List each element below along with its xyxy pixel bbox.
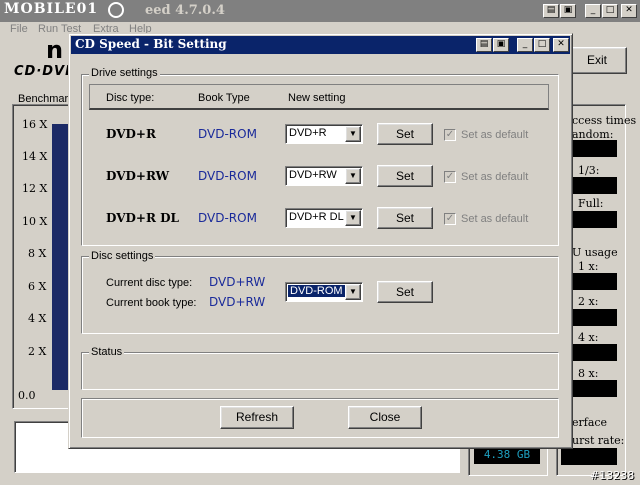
disc-type-dvd-r: DVD+R — [106, 127, 156, 141]
disc-type-dvd-rw: DVD+RW — [106, 169, 170, 183]
set-default-label: Set as default — [461, 213, 529, 225]
header-new-setting: New setting — [288, 92, 346, 104]
dropdown-arrow-icon[interactable]: ▼ — [345, 168, 361, 184]
header-disc-type: Disc type: — [106, 92, 155, 104]
main-window-title: MOBILE01 — [4, 1, 99, 17]
disc-type-dvd-r-dl: DVD+R DL — [106, 211, 179, 225]
status-label: Status — [89, 346, 125, 358]
dialog-minimize-button[interactable]: _ — [517, 38, 533, 52]
current-disc-type-value: DVD+RW — [209, 275, 266, 289]
dropdown-arrow-icon[interactable]: ▼ — [345, 284, 361, 300]
book-icon[interactable]: ▤ — [543, 4, 559, 18]
y-tick: 14 X — [22, 150, 48, 163]
logo: n — [46, 36, 64, 64]
status-group — [81, 352, 559, 390]
book-type-dvd-r: DVD-ROM — [198, 127, 257, 141]
current-book-type-label: Current book type: — [106, 297, 197, 309]
disc-setting-select[interactable]: DVD-ROM ▼ — [285, 282, 363, 302]
disc-settings-label: Disc settings — [89, 250, 156, 262]
app-icon — [108, 2, 124, 18]
set-default-checkbox-dvd-rw[interactable]: ✓ — [444, 171, 456, 183]
dialog-maximize-button[interactable]: □ — [534, 38, 550, 52]
chart-plot-area — [52, 124, 68, 390]
book-type-dvd-rw: DVD-ROM — [198, 169, 257, 183]
y-tick: 16 X — [22, 118, 48, 131]
new-setting-select-dvd-r[interactable]: DVD+R ▼ — [285, 124, 363, 144]
cpu-4x-label: 4 x: — [578, 331, 599, 344]
y-tick: 0.0 — [18, 389, 36, 402]
set-button-dvd-rw[interactable]: Set — [377, 165, 433, 187]
exit-button[interactable]: Exit — [567, 47, 627, 74]
menu-file[interactable]: File — [10, 23, 28, 35]
y-tick: 4 X — [28, 312, 47, 325]
interface-label: erface — [572, 416, 608, 429]
dialog-save-icon[interactable]: ▣ — [493, 38, 509, 52]
dialog-book-icon[interactable]: ▤ — [476, 38, 492, 52]
disc-setting-value: DVD-ROM — [287, 284, 346, 298]
close-button[interactable]: ✕ — [621, 4, 637, 18]
y-tick: 10 X — [22, 215, 48, 228]
cpu-1x-label: 1 x: — [578, 260, 599, 273]
y-tick: 2 X — [28, 345, 47, 358]
book-type-dvd-r-dl: DVD-ROM — [198, 211, 257, 225]
header-book-type: Book Type — [198, 92, 250, 104]
save-icon[interactable]: ▣ — [560, 4, 576, 18]
access-times-label: ccess times — [572, 114, 637, 127]
burst-rate-value — [561, 448, 617, 465]
set-default-checkbox-dvd-r-dl[interactable]: ✓ — [444, 213, 456, 225]
bit-setting-dialog: CD Speed - Bit Setting ▤ ▣ _ □ ✕ Drive s… — [68, 33, 573, 449]
one-third-label: 1/3: — [578, 164, 600, 177]
dialog-close-action-button[interactable]: Close — [348, 406, 422, 429]
new-setting-select-dvd-rw[interactable]: DVD+RW ▼ — [285, 166, 363, 186]
cpu-2x-label: 2 x: — [578, 295, 599, 308]
new-setting-value: DVD+R — [289, 127, 327, 139]
main-window-version: eed 4.7.0.4 — [145, 3, 225, 18]
cpu-8x-label: 8 x: — [578, 367, 599, 380]
set-button-dvd-r-dl[interactable]: Set — [377, 207, 433, 229]
y-tick: 6 X — [28, 280, 47, 293]
dropdown-arrow-icon[interactable]: ▼ — [345, 210, 361, 226]
set-default-label: Set as default — [461, 171, 529, 183]
set-button-dvd-r[interactable]: Set — [377, 123, 433, 145]
current-disc-type-label: Current disc type: — [106, 277, 193, 289]
disc-set-button[interactable]: Set — [377, 281, 433, 303]
burst-rate-label: urst rate: — [572, 434, 625, 447]
new-setting-value: DVD+RW — [289, 169, 337, 181]
minimize-button[interactable]: _ — [585, 4, 601, 18]
set-default-label: Set as default — [461, 129, 529, 141]
new-setting-value: DVD+R DL — [289, 211, 344, 223]
dialog-title-bar[interactable]: CD Speed - Bit Setting ▤ ▣ _ □ ✕ — [71, 36, 570, 54]
new-setting-select-dvd-r-dl[interactable]: DVD+R DL ▼ — [285, 208, 363, 228]
dialog-close-button[interactable]: ✕ — [553, 38, 569, 52]
watermark: #13238 — [590, 469, 635, 482]
footer-group — [81, 398, 559, 438]
full-label: Full: — [578, 197, 604, 210]
refresh-button[interactable]: Refresh — [220, 406, 294, 429]
current-book-type-value: DVD+RW — [209, 295, 266, 309]
maximize-button[interactable]: □ — [602, 4, 618, 18]
y-tick: 12 X — [22, 182, 48, 195]
dropdown-arrow-icon[interactable]: ▼ — [345, 126, 361, 142]
drive-settings-label: Drive settings — [89, 67, 160, 79]
set-default-checkbox-dvd-r[interactable]: ✓ — [444, 129, 456, 141]
dialog-title: CD Speed - Bit Setting — [75, 37, 227, 51]
y-tick: 8 X — [28, 247, 47, 260]
cpu-usage-label: U usage — [572, 246, 618, 259]
